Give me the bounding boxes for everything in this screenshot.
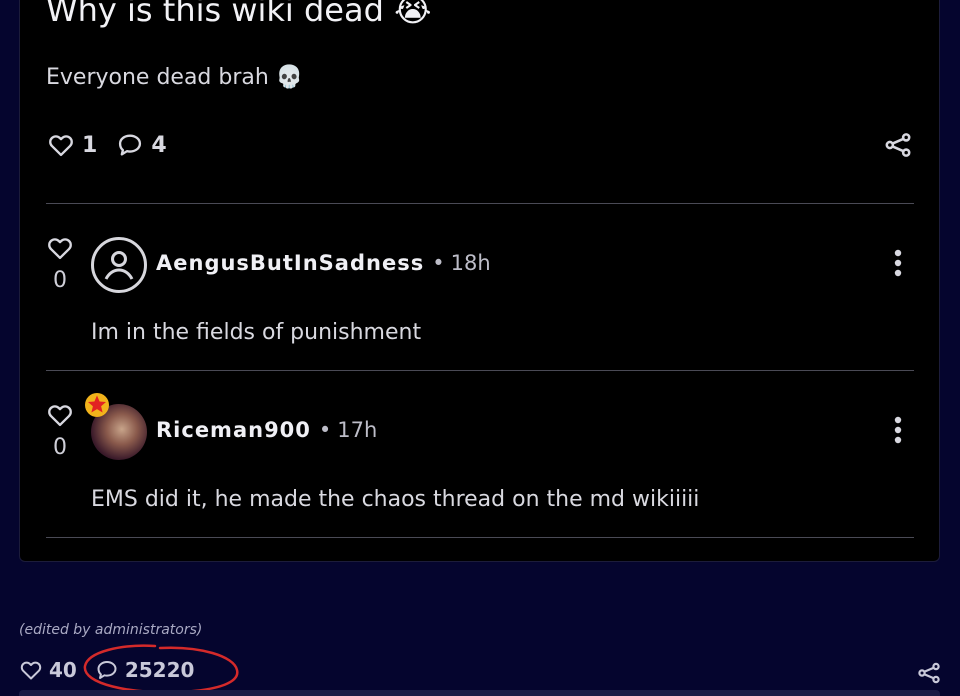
thread-footer-actions: 40 25220 bbox=[19, 658, 212, 682]
comment-text: Im in the fields of punishment bbox=[91, 320, 422, 345]
separator: • bbox=[318, 418, 332, 442]
comment-item: 0 AengusButInSadness • 18h Im in the field… bbox=[20, 204, 939, 370]
post-comment-button[interactable]: 4 bbox=[115, 131, 167, 159]
more-vertical-icon bbox=[894, 249, 902, 277]
more-vertical-icon bbox=[894, 416, 902, 444]
user-icon bbox=[104, 251, 134, 280]
heart-icon bbox=[48, 238, 72, 260]
post-comment-count: 4 bbox=[151, 132, 167, 158]
share-icon bbox=[918, 662, 940, 684]
post-card: Why is this wiki dead 😭 Everyone dead br… bbox=[19, 0, 940, 562]
separator: • bbox=[432, 251, 445, 275]
comment-author-line: AengusButInSadness • 18h bbox=[156, 251, 491, 275]
avatar[interactable] bbox=[91, 237, 147, 293]
heart-icon bbox=[48, 405, 72, 427]
comment-like-count: 0 bbox=[53, 435, 67, 460]
thread-like-count: 40 bbox=[49, 658, 77, 682]
comment-like-count: 0 bbox=[53, 268, 67, 293]
post-share-button[interactable] bbox=[883, 131, 913, 163]
comment-username[interactable]: AengusButInSadness bbox=[156, 251, 424, 275]
post-like-count: 1 bbox=[82, 132, 98, 158]
next-card-edge bbox=[19, 690, 940, 696]
share-icon bbox=[885, 133, 911, 157]
comment-icon bbox=[119, 134, 142, 156]
heart-icon bbox=[49, 135, 73, 157]
thread-like-button[interactable]: 40 bbox=[19, 658, 77, 682]
thread-comment-count: 25220 bbox=[124, 658, 195, 682]
post-title: Why is this wiki dead 😭 bbox=[46, 0, 432, 29]
post-actions: 1 4 bbox=[46, 131, 185, 159]
comment-more-button[interactable] bbox=[891, 415, 905, 449]
comment-text: EMS did it, he made the chaos thread on … bbox=[91, 487, 700, 512]
post-like-button[interactable]: 1 bbox=[46, 131, 97, 159]
thread-comment-button[interactable]: 25220 bbox=[95, 658, 195, 682]
comment-like-button[interactable]: 0 bbox=[44, 401, 76, 460]
thread-share-button[interactable] bbox=[916, 661, 942, 689]
star-badge-icon bbox=[83, 391, 111, 423]
post-body: Everyone dead brah 💀 bbox=[46, 65, 304, 90]
comment-icon bbox=[97, 661, 117, 679]
divider bbox=[46, 537, 914, 538]
comment-author-line: Riceman900 • 17h bbox=[156, 418, 377, 442]
edited-note: (edited by administrators) bbox=[19, 622, 203, 638]
comment-item: 0 Riceman900 • 17h EMS did it, he made the… bbox=[20, 371, 939, 537]
heart-icon bbox=[20, 661, 42, 680]
comment-time: 17h bbox=[337, 418, 378, 442]
comment-more-button[interactable] bbox=[891, 248, 905, 282]
comment-username[interactable]: Riceman900 bbox=[156, 418, 311, 442]
comment-like-button[interactable]: 0 bbox=[44, 234, 76, 293]
comment-time: 18h bbox=[450, 251, 491, 275]
